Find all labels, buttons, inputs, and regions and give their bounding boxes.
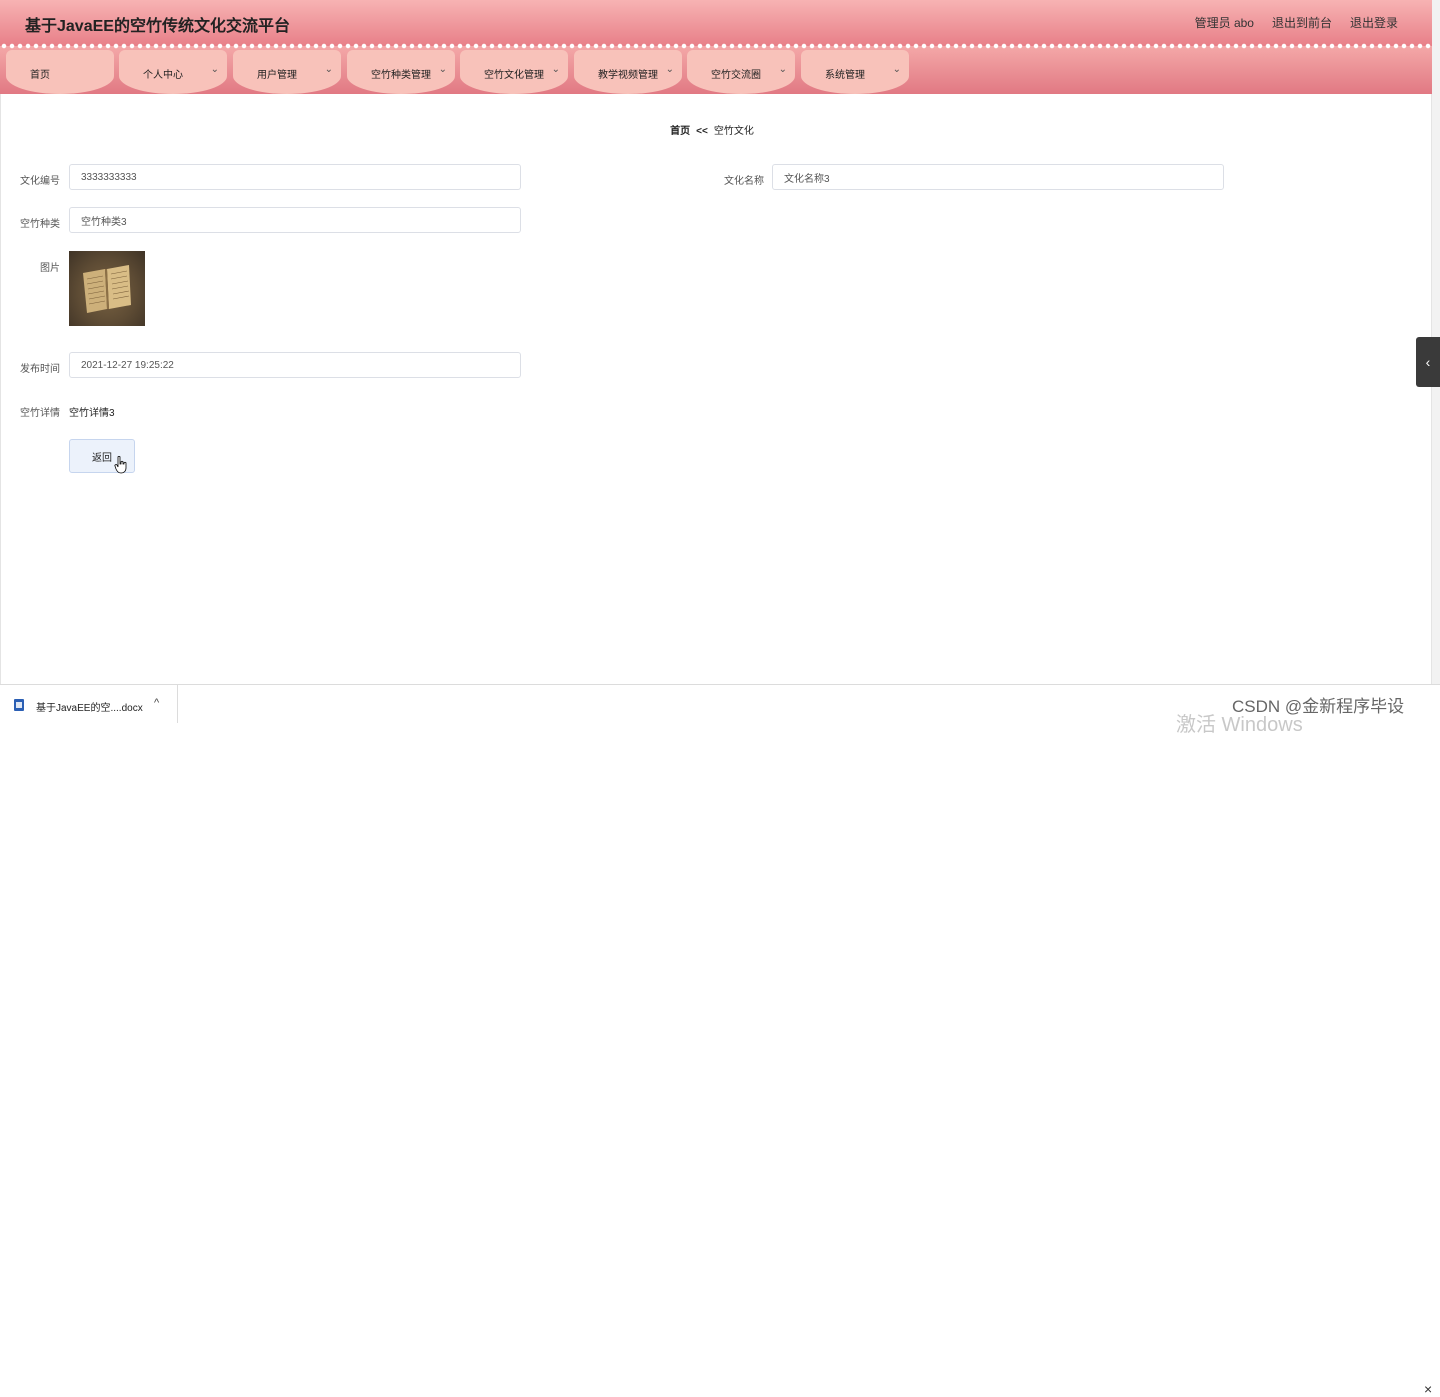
nav-item-system-management[interactable]: 系统管理 ⌄ (801, 50, 909, 94)
publish-time-input[interactable] (69, 352, 521, 378)
chevron-down-icon: ⌄ (438, 64, 447, 75)
image-label: 图片 (40, 263, 60, 274)
nav-item-label: 空竹文化管理 (484, 70, 544, 81)
word-document-icon (14, 699, 24, 711)
logout-link[interactable]: 退出登录 (1350, 14, 1398, 31)
culture-no-input[interactable] (69, 164, 521, 190)
download-item[interactable]: 基于JavaEE的空....docx ^ (0, 685, 178, 723)
chevron-down-icon: ⌄ (324, 64, 333, 75)
category-input[interactable] (69, 207, 521, 233)
nav-item-label: 用户管理 (257, 70, 297, 81)
chevron-left-icon: ‹ (1425, 354, 1431, 370)
nav-item-user-management[interactable]: 用户管理 ⌄ (233, 50, 341, 94)
nav-item-label: 系统管理 (825, 70, 865, 81)
scalloped-border (0, 43, 1432, 49)
site-title: 基于JavaEE的空竹传统文化交流平台 (25, 18, 290, 35)
hand-cursor-icon (114, 456, 127, 474)
chevron-up-icon[interactable]: ^ (154, 697, 159, 709)
culture-no-label: 文化编号 (20, 176, 60, 187)
culture-name-label: 文化名称 (724, 176, 764, 187)
nav-item-home[interactable]: 首页 (6, 50, 114, 94)
breadcrumb-separator: << (696, 126, 708, 137)
detail-label: 空竹详情 (20, 408, 60, 419)
nav-item-label: 空竹种类管理 (371, 70, 431, 81)
chevron-down-icon: ⌄ (665, 64, 674, 75)
culture-image[interactable] (69, 251, 145, 326)
nav-item-label: 首页 (30, 70, 50, 81)
chevron-down-icon: ⌄ (778, 64, 787, 75)
csdn-watermark: CSDN @金新程序毕设 (1232, 697, 1405, 716)
detail-value: 空竹详情3 (69, 408, 115, 419)
header-links: 管理员 abo 退出到前台 退出登录 (1195, 14, 1398, 31)
nav-item-label: 教学视频管理 (598, 70, 658, 81)
category-label: 空竹种类 (20, 219, 60, 230)
culture-name-input[interactable] (772, 164, 1224, 190)
nav-item-category-management[interactable]: 空竹种类管理 ⌄ (347, 50, 455, 94)
publish-time-label: 发布时间 (20, 364, 60, 375)
page-frame (0, 0, 1432, 684)
exit-to-front-link[interactable]: 退出到前台 (1272, 14, 1332, 31)
nav-item-exchange-circle[interactable]: 空竹交流圈 ⌄ (687, 50, 795, 94)
nav-item-culture-management[interactable]: 空竹文化管理 ⌄ (460, 50, 568, 94)
nav-item-label: 个人中心 (143, 70, 183, 81)
admin-user-label: 管理员 abo (1194, 16, 1254, 30)
nav-item-personal-center[interactable]: 个人中心 ⌄ (119, 50, 227, 94)
chevron-down-icon: ⌄ (210, 64, 219, 75)
nav-item-video-management[interactable]: 教学视频管理 ⌄ (574, 50, 682, 94)
breadcrumb-home[interactable]: 首页 (670, 126, 690, 137)
top-header: 基于JavaEE的空竹传统文化交流平台 管理员 abo 退出到前台 退出登录 (0, 0, 1432, 46)
download-file-name: 基于JavaEE的空....docx (36, 703, 143, 714)
nav-item-label: 空竹交流圈 (711, 70, 761, 81)
chevron-down-icon: ⌄ (551, 64, 560, 75)
chevron-down-icon: ⌄ (892, 64, 901, 75)
main-nav: 首页 个人中心 ⌄ 用户管理 ⌄ 空竹种类管理 ⌄ 空竹文化管理 ⌄ 教学视频管… (0, 46, 1432, 94)
breadcrumb: 首页 << 空竹文化 (0, 122, 1424, 137)
open-book-image (83, 265, 131, 313)
side-collapse-tab[interactable]: ‹ (1416, 337, 1440, 387)
breadcrumb-current: 空竹文化 (713, 126, 754, 137)
close-icon[interactable]: × (1424, 1381, 1432, 1397)
